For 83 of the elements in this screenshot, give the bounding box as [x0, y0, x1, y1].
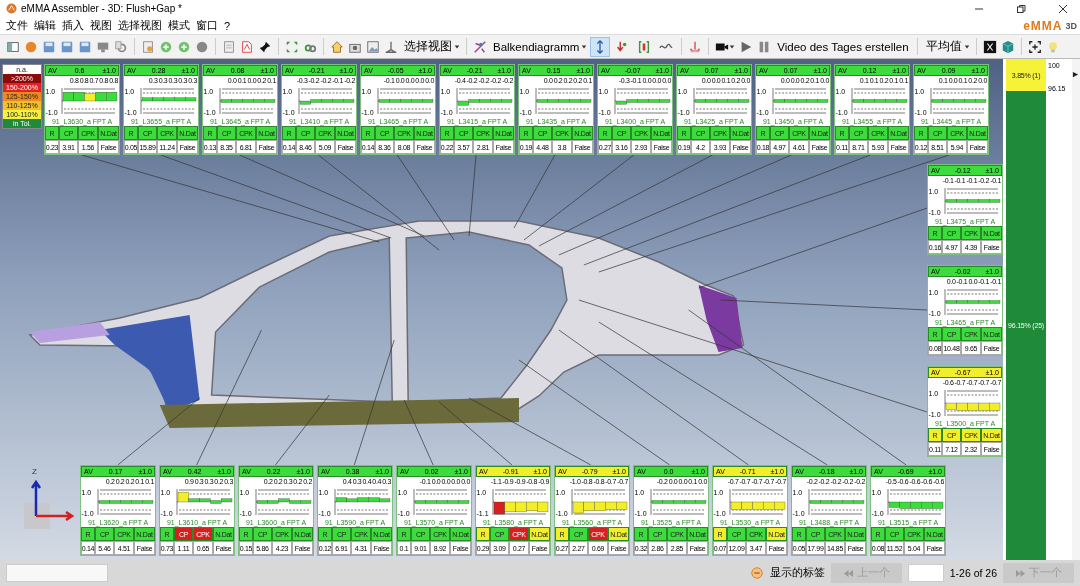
leader-line [275, 394, 330, 466]
chart-grid [334, 488, 389, 516]
chart-grid [61, 87, 116, 115]
chart-grid [140, 87, 195, 115]
bracket-icon [637, 39, 652, 54]
chart-grid [729, 488, 784, 516]
caret-icon [454, 43, 460, 50]
logo-suffix: 3D [1065, 20, 1077, 31]
chart-grid [255, 488, 310, 516]
logo-text: eMMA [1023, 18, 1063, 33]
fast-forward-icon [1015, 568, 1026, 578]
chart-grid [930, 87, 985, 115]
chart-grid [693, 87, 748, 115]
chart-grid [944, 187, 999, 215]
create-video-button[interactable]: Video des Tages erstellen [775, 40, 911, 53]
anchor-icon[interactable] [688, 39, 703, 54]
pdf-icon[interactable] [240, 39, 254, 54]
chart-grid [377, 87, 432, 115]
menu-item[interactable]: ? [221, 19, 234, 32]
menu-item[interactable]: 窗口 [193, 18, 221, 33]
statistic-dropdown[interactable]: 平均值 [923, 39, 964, 54]
chart-grid [944, 288, 999, 316]
chart-grid [944, 389, 999, 417]
save-icon[interactable] [78, 39, 92, 54]
save-icon[interactable] [42, 39, 56, 54]
chart-grid [97, 488, 152, 516]
chart-grid [456, 87, 511, 115]
add-icon[interactable] [177, 39, 191, 54]
tool-icon[interactable] [473, 39, 487, 54]
leader-line [403, 399, 434, 466]
menu-item[interactable]: 文件 [3, 18, 31, 33]
chart-grid [808, 488, 863, 516]
tripod-icon[interactable] [384, 39, 398, 54]
axis-label: Z [32, 467, 37, 476]
view-dropdown[interactable]: 选择视图 [402, 39, 454, 54]
restore-icon[interactable] [1016, 3, 1026, 14]
home-icon[interactable] [330, 39, 344, 54]
grid-icon[interactable] [141, 39, 155, 54]
menu-item[interactable]: 模式 [165, 18, 193, 33]
caret-icon [963, 43, 970, 50]
ball-icon[interactable] [24, 39, 38, 54]
chart-grid [650, 488, 705, 516]
cube-icon[interactable] [1000, 39, 1015, 54]
window-icon[interactable] [6, 39, 20, 54]
image-icon[interactable] [366, 39, 380, 54]
menu-item[interactable]: 选择视图 [115, 18, 165, 33]
collapse-icon[interactable] [749, 566, 764, 580]
add-icon[interactable] [159, 39, 173, 54]
page-input[interactable] [907, 564, 944, 582]
caret-icon [581, 43, 588, 50]
close-icon[interactable] [1058, 3, 1068, 14]
expand-icon[interactable] [285, 39, 299, 54]
chart-grid [571, 488, 626, 516]
scroll-arrow-icon[interactable] [1072, 71, 1079, 78]
pin-icon[interactable] [258, 39, 272, 54]
chart-grid [614, 87, 669, 115]
chart-grid [851, 87, 906, 115]
chart-grid [219, 87, 274, 115]
chart-type-dropdown[interactable]: Balkendiagramm [491, 40, 582, 53]
menu-item[interactable]: 编辑 [31, 18, 59, 33]
settings-icon[interactable] [114, 39, 128, 54]
chart-grid [176, 488, 231, 516]
toolbar-toggle[interactable] [591, 37, 610, 56]
rewind-icon [842, 568, 854, 578]
chart-grid [413, 488, 468, 516]
input-field[interactable] [6, 564, 108, 582]
document-icon[interactable] [222, 39, 236, 54]
crosshair-icon[interactable] [1027, 39, 1042, 54]
app-icon [6, 3, 17, 14]
disc-icon[interactable] [195, 39, 209, 54]
chart-grid [492, 488, 547, 516]
menu-item[interactable]: 视图 [87, 18, 115, 33]
page-range: 1-26 of 26 [949, 567, 997, 579]
menu-item[interactable]: 插入 [59, 18, 87, 33]
save-icon[interactable] [60, 39, 74, 54]
filter-label: 显示的标签 [769, 566, 825, 580]
chart-grid [535, 87, 590, 115]
chart-grid [298, 87, 353, 115]
window-title: eMMA Assembler - 3D: Flush+Gap * [21, 3, 182, 14]
caret-icon [729, 43, 736, 50]
chart-grid [772, 87, 827, 115]
chart-grid [887, 488, 942, 516]
x-box-icon[interactable] [982, 39, 997, 54]
